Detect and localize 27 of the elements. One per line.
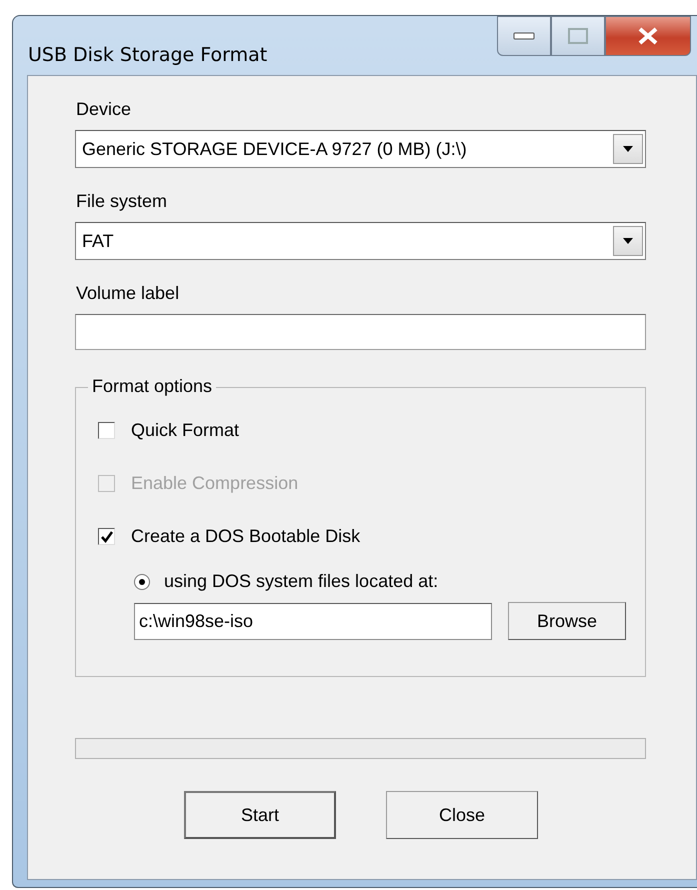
dropdown-arrow-icon <box>623 238 633 244</box>
maximize-icon <box>568 28 588 44</box>
file-system-dropdown[interactable]: FAT <box>75 222 646 260</box>
checkbox-label: Create a DOS Bootable Disk <box>131 526 360 547</box>
volume-label-field[interactable] <box>75 314 646 350</box>
field-label: Volume label <box>76 283 180 305</box>
window-title: USB Disk Storage Format <box>28 44 268 66</box>
dropdown-arrow-icon <box>623 146 633 152</box>
minimize-button[interactable] <box>497 16 551 56</box>
checkbox[interactable] <box>98 528 115 545</box>
path-field[interactable]: c:\win98se-iso <box>134 602 492 640</box>
radio-label: using DOS system files located at: <box>164 571 438 592</box>
radio-button[interactable] <box>134 574 150 590</box>
dialog-button[interactable]: Close <box>386 791 538 839</box>
checkbox-label: Enable Compression <box>131 473 298 494</box>
close-icon <box>637 27 659 45</box>
group-title: Format options <box>88 376 216 397</box>
field-label: Device <box>76 99 132 121</box>
browse-button[interactable]: Browse <box>508 602 626 640</box>
maximize-button[interactable] <box>551 16 605 56</box>
close-button[interactable] <box>605 16 691 56</box>
checkbox-label: Quick Format <box>131 420 240 441</box>
field-label: File system <box>76 191 168 213</box>
minimize-icon <box>513 31 535 41</box>
device-dropdown[interactable]: Generic STORAGE DEVICE-A 9727 (0 MB) (J:\) <box>75 130 646 168</box>
dialog-button[interactable]: Start <box>184 791 336 839</box>
checkbox[interactable] <box>98 422 115 439</box>
